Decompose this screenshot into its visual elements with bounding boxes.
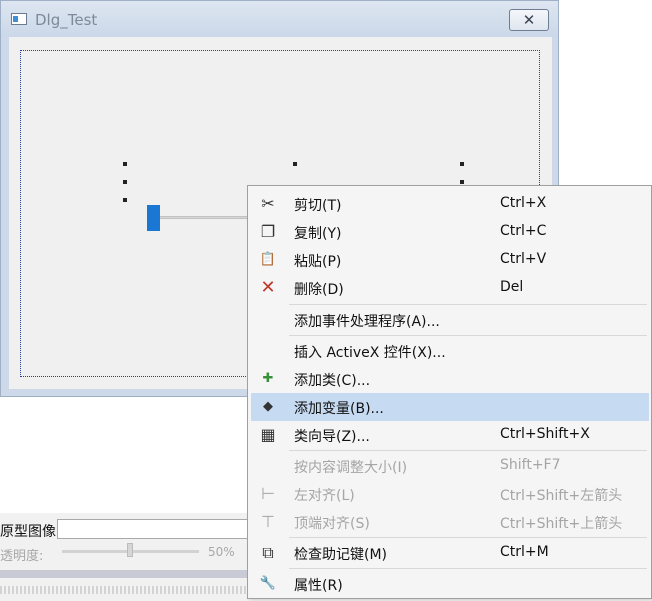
opacity-value: 50%	[208, 545, 235, 559]
menu-separator	[289, 537, 647, 538]
menu-item-label: 属性(R)	[294, 578, 343, 594]
menu-item-align-left[interactable]: ⊢ 左对齐(L) Ctrl+Shift+左箭头	[251, 480, 649, 508]
menu-item-check-mnemonics[interactable]: ⧉ 检查助记键(M) Ctrl+M	[251, 539, 649, 567]
menu-item-add-variable[interactable]: ◆ 添加变量(B)...	[251, 393, 649, 421]
resize-handle[interactable]	[123, 162, 127, 166]
class-wizard-icon: ▦	[260, 425, 276, 444]
slider-control-thumb[interactable]	[147, 205, 160, 231]
menu-item-label: 剪切(T)	[294, 198, 342, 214]
resize-handle[interactable]	[123, 198, 127, 202]
close-button[interactable]: ✕	[509, 9, 549, 31]
menu-item-label: 粘贴(P)	[294, 254, 342, 270]
menu-separator	[289, 568, 647, 569]
dialog-icon	[11, 13, 27, 25]
menu-item-shortcut: Shift+F7	[500, 457, 561, 473]
menu-item-label: 顶端对齐(S)	[294, 516, 370, 532]
menu-item-copy[interactable]: ❐ 复制(Y) Ctrl+C	[251, 218, 649, 246]
delete-icon: ✕	[260, 277, 276, 298]
add-class-icon: ✚	[262, 371, 274, 386]
resize-handle[interactable]	[460, 180, 464, 184]
paste-icon: 📋	[259, 252, 277, 267]
opacity-label: 透明度:	[0, 549, 44, 564]
menu-item-label: 添加事件处理程序(A)...	[294, 314, 440, 330]
dialog-title: Dlg_Test	[35, 11, 98, 29]
menu-item-shortcut: Ctrl+Shift+上箭头	[500, 516, 623, 532]
menu-item-shortcut: Ctrl+Shift+左箭头	[500, 488, 623, 504]
menu-item-shortcut: Ctrl+C	[500, 223, 547, 239]
resize-handle[interactable]	[460, 162, 464, 166]
prototype-image-label: 原型图像:	[0, 524, 61, 540]
menu-item-label: 类向导(Z)...	[294, 429, 370, 445]
menu-item-shortcut: Ctrl+X	[500, 195, 547, 211]
menu-item-add-event-handler[interactable]: 添加事件处理程序(A)...	[251, 306, 649, 334]
menu-item-delete[interactable]: ✕ 删除(D) Del	[251, 274, 649, 302]
resize-handle[interactable]	[293, 162, 297, 166]
add-variable-icon: ◆	[263, 399, 273, 414]
menu-item-label: 删除(D)	[294, 282, 344, 298]
menu-item-size-to-content[interactable]: 按内容调整大小(I) Shift+F7	[251, 452, 649, 480]
menu-item-label: 插入 ActiveX 控件(X)...	[294, 345, 446, 361]
align-left-icon: ⊢	[261, 484, 275, 503]
menu-item-label: 复制(Y)	[294, 226, 342, 242]
copy-icon: ❐	[260, 222, 276, 241]
title-bar[interactable]: Dlg_Test ✕	[1, 1, 558, 37]
menu-item-label: 添加类(C)...	[294, 373, 371, 389]
menu-item-label: 检查助记键(M)	[294, 547, 388, 563]
menu-separator	[289, 335, 647, 336]
check-mnemonics-icon: ⧉	[262, 543, 274, 562]
menu-item-add-class[interactable]: ✚ 添加类(C)...	[251, 365, 649, 393]
resize-handle[interactable]	[123, 180, 127, 184]
scissors-icon: ✂	[261, 194, 275, 213]
menu-item-paste[interactable]: 📋 粘贴(P) Ctrl+V	[251, 246, 649, 274]
prototype-image-field[interactable]	[57, 519, 249, 539]
menu-item-shortcut: Del	[500, 279, 524, 295]
context-menu: ✂ 剪切(T) Ctrl+X ❐ 复制(Y) Ctrl+C 📋 粘贴(P) Ct…	[247, 185, 652, 599]
menu-item-cut[interactable]: ✂ 剪切(T) Ctrl+X	[251, 190, 649, 218]
menu-item-label: 左对齐(L)	[294, 488, 355, 504]
menu-item-shortcut: Ctrl+V	[500, 251, 547, 267]
panel-divider	[0, 570, 249, 578]
menu-item-align-top[interactable]: ⊤ 顶端对齐(S) Ctrl+Shift+上箭头	[251, 508, 649, 536]
opacity-slider-thumb[interactable]	[127, 543, 133, 557]
panel-splitter[interactable]	[0, 586, 249, 594]
menu-item-label: 按内容调整大小(I)	[294, 460, 408, 476]
menu-item-shortcut: Ctrl+M	[500, 544, 549, 560]
menu-item-properties[interactable]: 🔧 属性(R)	[251, 570, 649, 598]
align-top-icon: ⊤	[261, 512, 275, 531]
menu-item-class-wizard[interactable]: ▦ 类向导(Z)... Ctrl+Shift+X	[251, 421, 649, 449]
menu-item-shortcut: Ctrl+Shift+X	[500, 426, 590, 442]
menu-item-label: 添加变量(B)...	[294, 401, 384, 417]
menu-separator	[289, 304, 647, 305]
menu-separator	[289, 450, 647, 451]
menu-item-insert-activex[interactable]: 插入 ActiveX 控件(X)...	[251, 337, 649, 365]
wrench-icon: 🔧	[259, 576, 277, 591]
